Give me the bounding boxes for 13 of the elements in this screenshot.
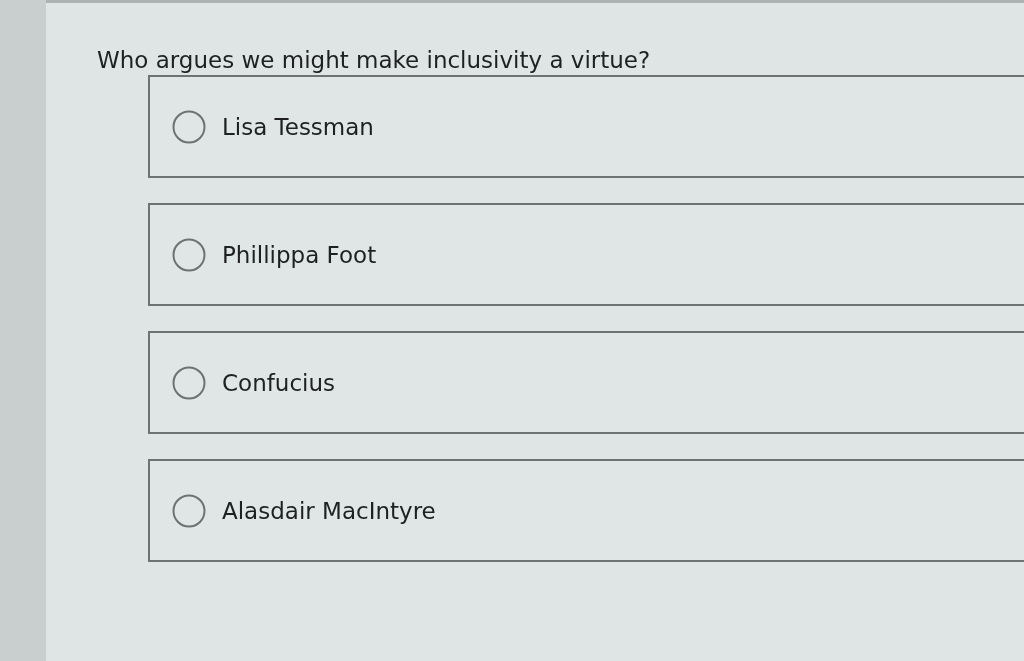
- radio-button-icon[interactable]: [172, 237, 206, 272]
- radio-button-icon[interactable]: [172, 109, 206, 144]
- option-label: Alasdair MacIntyre: [222, 496, 436, 526]
- answer-option[interactable]: Confucius: [148, 331, 1024, 434]
- answer-option[interactable]: Lisa Tessman: [148, 75, 1024, 178]
- answer-option[interactable]: Phillippa Foot: [148, 203, 1024, 306]
- radio-button-icon[interactable]: [172, 493, 206, 528]
- question-text: Who argues we might make inclusivity a virtue?: [97, 46, 652, 75]
- option-label: Phillippa Foot: [222, 240, 377, 270]
- option-label: Lisa Tessman: [222, 112, 374, 142]
- radio-button-icon[interactable]: [172, 365, 206, 400]
- option-label: Confucius: [222, 368, 335, 398]
- answer-option[interactable]: Alasdair MacIntyre: [148, 459, 1024, 562]
